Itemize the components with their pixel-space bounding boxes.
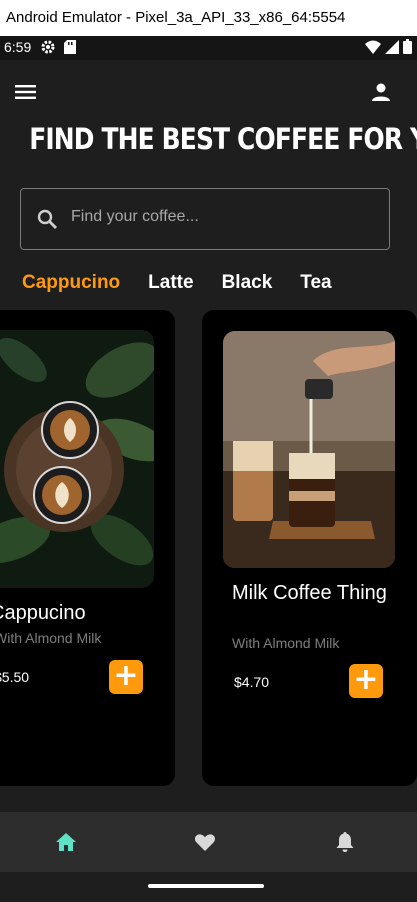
- add-to-cart-button[interactable]: +: [349, 664, 383, 698]
- product-price: $4.70: [234, 674, 270, 690]
- tab-black[interactable]: Black: [222, 272, 273, 294]
- window-title: Android Emulator - Pixel_3a_API_33_x86_6…: [6, 9, 346, 26]
- product-card[interactable]: Cappucino With Almond Milk $5.50 +: [0, 310, 175, 786]
- product-title: Cappucino: [0, 602, 86, 624]
- menu-icon: [15, 85, 36, 99]
- battery-icon: [403, 39, 412, 58]
- nav-home[interactable]: [54, 830, 78, 854]
- add-to-cart-button[interactable]: +: [109, 660, 143, 694]
- tab-latte[interactable]: Latte: [148, 272, 193, 294]
- window-title-bar: Android Emulator - Pixel_3a_API_33_x86_6…: [0, 0, 417, 36]
- wifi-icon: [365, 40, 381, 58]
- bell-icon: [336, 832, 354, 852]
- product-image: [223, 331, 395, 568]
- search-input[interactable]: Find your coffee...: [71, 208, 199, 226]
- bottom-navigation: [0, 812, 417, 872]
- heart-icon: [194, 834, 216, 851]
- menu-button[interactable]: [14, 82, 38, 102]
- category-tabs: Cappucino Latte Black Tea: [22, 272, 332, 294]
- status-bar: 6:59: [0, 36, 417, 60]
- nav-favorites[interactable]: [193, 830, 217, 854]
- product-title: Milk Coffee Thing: [232, 582, 387, 604]
- page-title: FIND THE BEST COFFEE FOR YOU: [29, 122, 417, 156]
- sd-card-icon: [64, 40, 76, 58]
- home-gesture-bar[interactable]: [148, 884, 264, 888]
- tab-tea[interactable]: Tea: [300, 272, 331, 294]
- product-card[interactable]: Milk Coffee Thing With Almond Milk $4.70…: [202, 310, 417, 786]
- profile-button[interactable]: [369, 80, 393, 104]
- search-icon: [35, 207, 59, 235]
- settings-notification-icon: [40, 39, 56, 59]
- home-icon: [56, 833, 76, 851]
- person-icon: [372, 83, 390, 101]
- product-subtitle: With Almond Milk: [232, 635, 340, 651]
- app-screen: FIND THE BEST COFFEE FOR YOU Find your c…: [0, 60, 417, 902]
- status-time: 6:59: [4, 39, 32, 55]
- tab-cappucino[interactable]: Cappucino: [22, 272, 120, 294]
- product-subtitle: With Almond Milk: [0, 630, 102, 646]
- gesture-area: [0, 872, 417, 902]
- product-image: [0, 330, 154, 588]
- search-field[interactable]: Find your coffee...: [20, 188, 390, 250]
- signal-icon: [385, 39, 399, 58]
- nav-notifications[interactable]: [333, 830, 357, 854]
- product-price: $5.50: [0, 669, 30, 685]
